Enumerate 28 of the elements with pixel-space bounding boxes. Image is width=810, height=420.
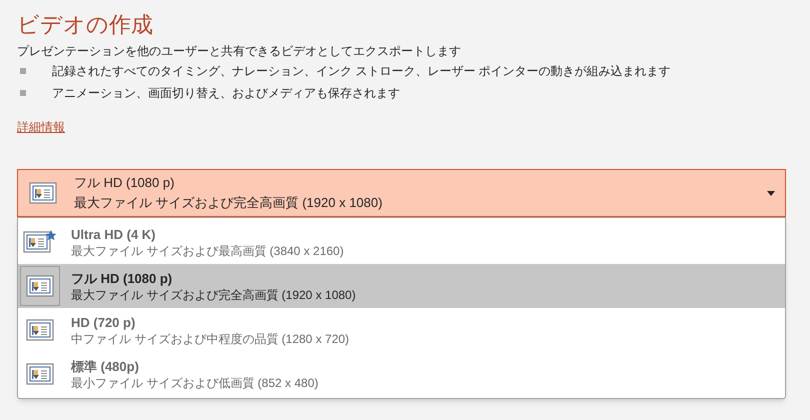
slide-icon [26, 273, 54, 299]
slide-icon [29, 180, 57, 206]
quality-option[interactable]: Ultra HD (4 K) 最大ファイル サイズおよび最高画質 (3840 x 2160) [18, 220, 785, 264]
description: プレゼンテーションを他のユーザーと共有できるビデオとしてエクスポートします [17, 43, 462, 59]
quality-option[interactable]: HD (720 p) 中ファイル サイズおよび中程度の品質 (1280 x 720) [18, 308, 785, 352]
dropdown-title: フル HD (1080 p) [74, 174, 176, 192]
caret-icon [767, 190, 775, 196]
option-subtitle: 中ファイル サイズおよび中程度の品質 (1280 x 720) [71, 330, 350, 346]
quality-dropdown[interactable]: フル HD (1080 p) 最大ファイル サイズおよび完全高画質 (1920 x 1080) [17, 169, 786, 217]
quality-option[interactable]: フル HD (1080 p) 最大ファイル サイズおよび完全高画質 (1920 x 1080) [18, 264, 785, 308]
more-info-link[interactable]: 詳細情報 [17, 120, 65, 134]
slide-icon [26, 317, 54, 343]
slide-icon [26, 361, 54, 387]
option-subtitle: 最小ファイル サイズおよび低画質 (852 x 480) [71, 374, 318, 390]
option-title: HD (720 p) [71, 314, 136, 330]
option-title: 標準 (480p) [71, 358, 140, 374]
slide-star-icon [23, 229, 57, 255]
dropdown-subtitle: 最大ファイル サイズおよび完全高画質 (1920 x 1080) [74, 194, 384, 212]
option-subtitle: 最大ファイル サイズおよび最高画質 (3840 x 2160) [71, 242, 344, 258]
option-title: フル HD (1080 p) [71, 270, 174, 286]
quality-option[interactable]: 標準 (480p) 最小ファイル サイズおよび低画質 (852 x 480) [18, 352, 785, 396]
page-title: ビデオの作成 [17, 11, 154, 39]
option-subtitle: 最大ファイル サイズおよび完全高画質 (1920 x 1080) [71, 286, 356, 302]
bullet-icon [20, 90, 26, 96]
option-title: Ultra HD (4 K) [71, 226, 157, 242]
bullet-text: アニメーション、画面切り替え、およびメディアも保存されます [52, 85, 400, 101]
bullet-text: 記録されたすべてのタイミング、ナレーション、インク ストローク、レーザー ポインターの動きが組み込まれます [52, 63, 671, 79]
bullet-icon [20, 68, 26, 74]
